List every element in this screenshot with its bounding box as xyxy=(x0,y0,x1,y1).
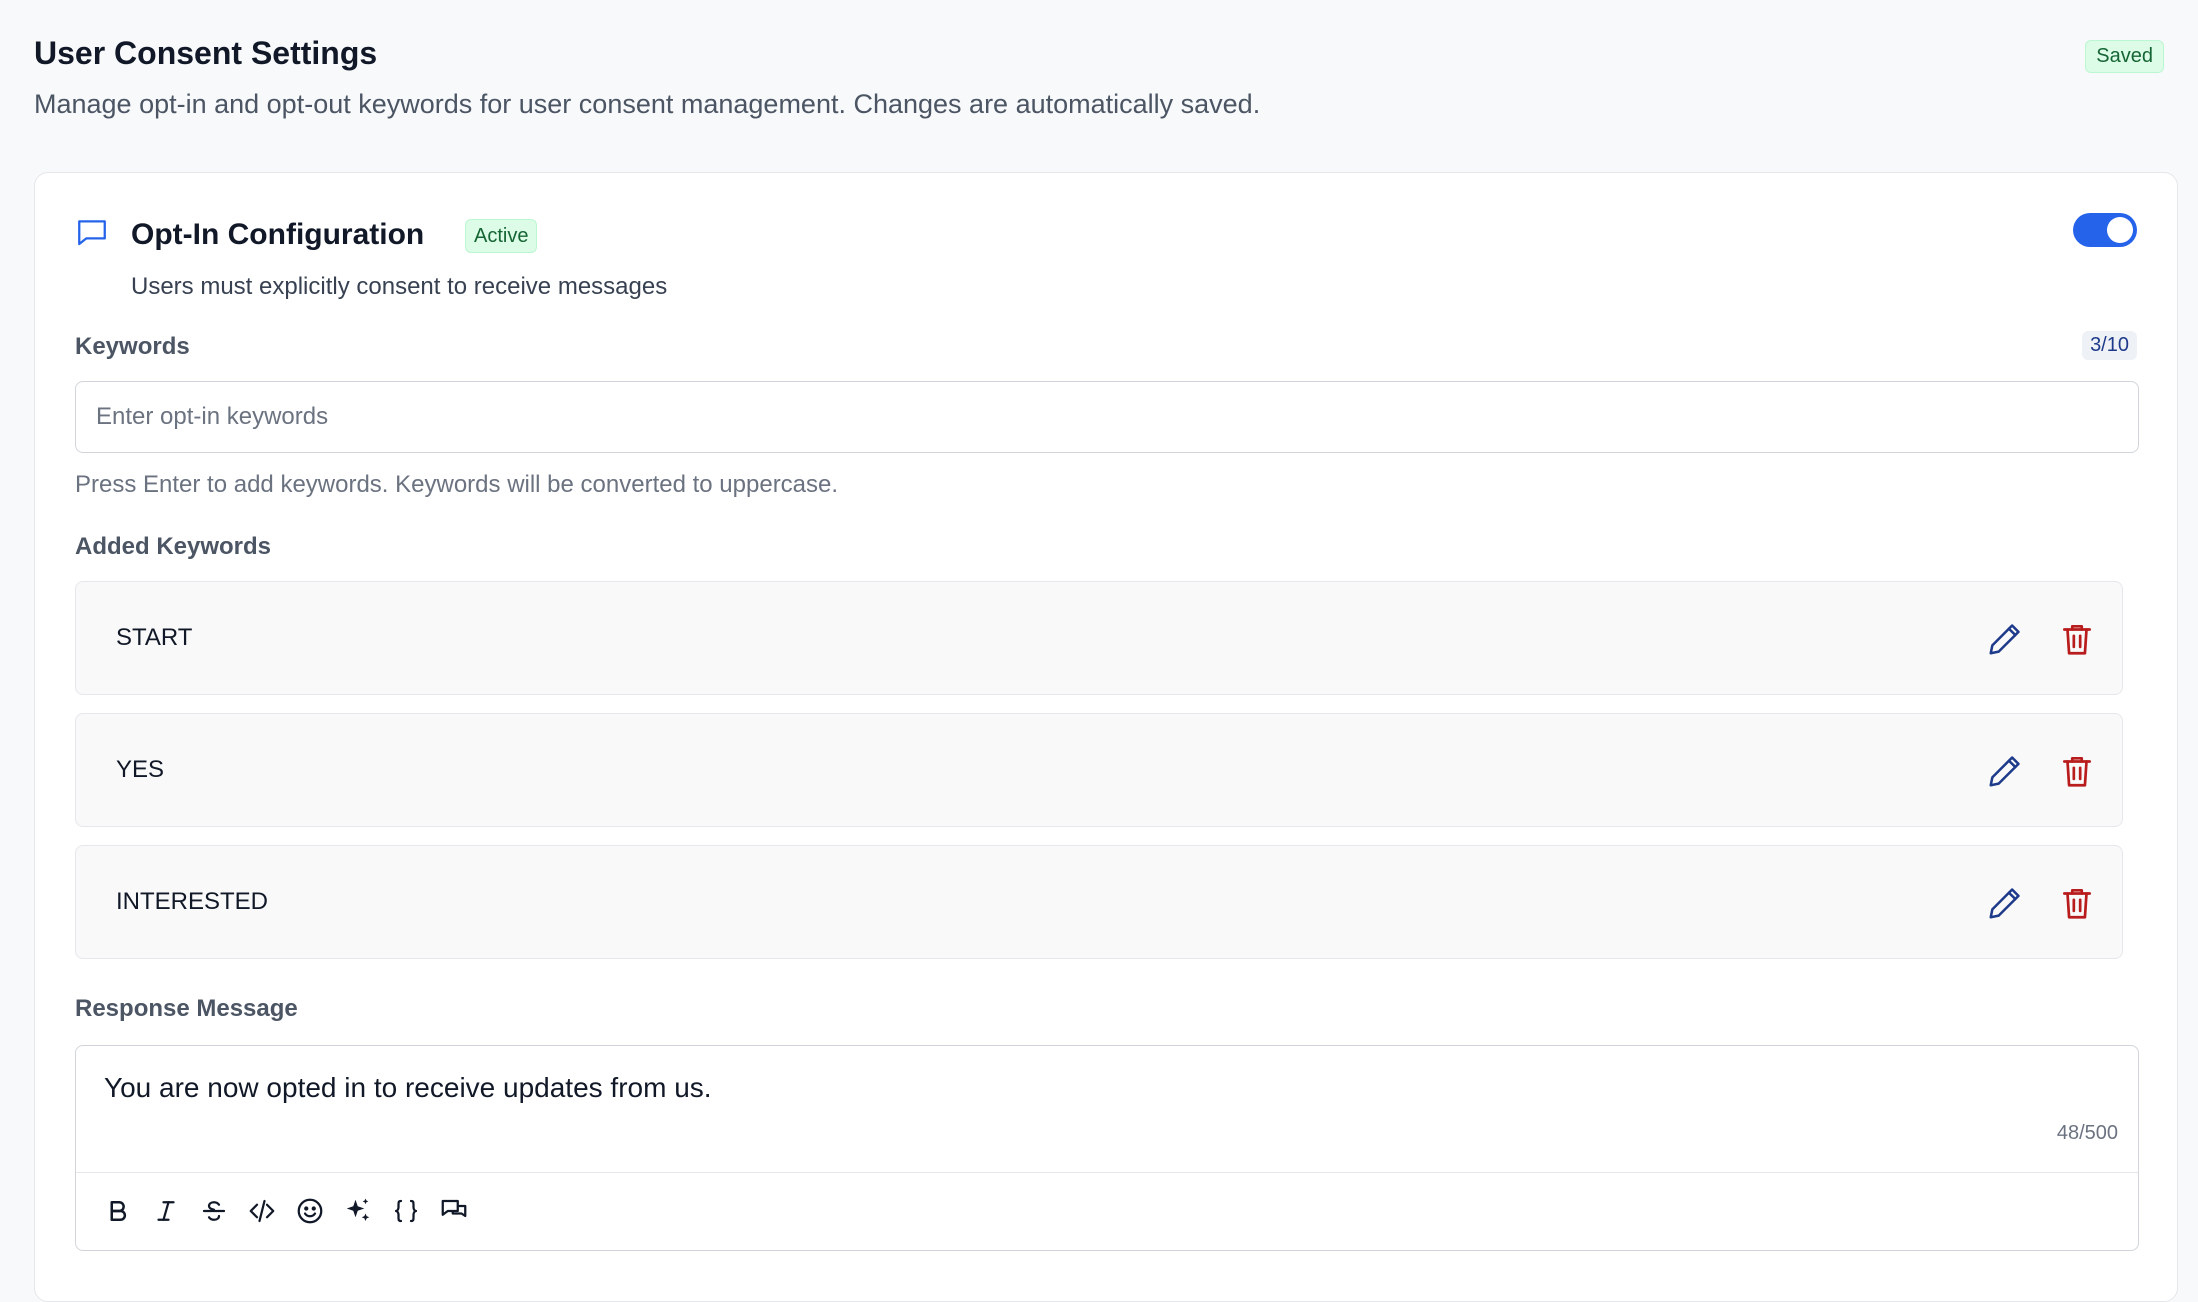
keywords-label: Keywords xyxy=(75,333,190,360)
braces-icon xyxy=(394,1199,418,1223)
strikethrough-icon xyxy=(202,1201,226,1221)
opt-in-keywords-input[interactable] xyxy=(75,381,2139,453)
trash-icon xyxy=(2062,756,2092,787)
character-count: 48/500 xyxy=(2056,1122,2118,1144)
chat-bubbles-icon xyxy=(441,1199,467,1218)
emoji-icon xyxy=(297,1198,323,1224)
chat-bubble-icon xyxy=(75,215,109,249)
code-button[interactable] xyxy=(244,1193,280,1229)
emoji-button[interactable] xyxy=(292,1193,328,1229)
opt-in-description: Users must explicitly consent to receive… xyxy=(131,273,668,300)
page-header: User Consent Settings Manage opt-in and … xyxy=(34,30,2164,122)
toggle-knob xyxy=(2107,217,2133,243)
bold-button[interactable] xyxy=(100,1193,136,1229)
added-keywords-label: Added Keywords xyxy=(75,533,272,560)
sparkles-icon xyxy=(346,1198,370,1221)
opt-in-toggle[interactable] xyxy=(2073,213,2137,247)
trash-icon xyxy=(2062,888,2092,919)
italic-icon xyxy=(157,1201,175,1221)
keyword-text: INTERESTED xyxy=(116,888,269,915)
keyword-item: START xyxy=(75,581,2123,695)
formatting-toolbar xyxy=(76,1172,2138,1251)
keyword-item: INTERESTED xyxy=(75,845,2123,959)
delete-keyword-button[interactable] xyxy=(2058,752,2096,790)
trash-icon xyxy=(2062,624,2092,655)
delete-keyword-button[interactable] xyxy=(2058,620,2096,658)
pencil-icon xyxy=(1989,624,2020,655)
response-message-text[interactable]: You are now opted in to receive updates … xyxy=(104,1068,712,1108)
delete-keyword-button[interactable] xyxy=(2058,884,2096,922)
ai-assist-button[interactable] xyxy=(340,1193,376,1229)
keyword-text: START xyxy=(116,624,193,651)
opt-in-card: Opt-In Configuration Active Users must e… xyxy=(34,172,2178,1302)
opt-in-header: Opt-In Configuration Active Users must e… xyxy=(75,213,2137,313)
edit-keyword-button[interactable] xyxy=(1986,752,2024,790)
edit-keyword-button[interactable] xyxy=(1986,884,2024,922)
keyword-item: YES xyxy=(75,713,2123,827)
saved-status-badge: Saved xyxy=(2085,40,2164,73)
keyword-count-badge: 3/10 xyxy=(2082,331,2137,360)
italic-button[interactable] xyxy=(148,1193,184,1229)
keyword-text: YES xyxy=(116,756,165,783)
page-title: User Consent Settings xyxy=(34,35,378,71)
response-message-editor: You are now opted in to receive updates … xyxy=(75,1045,2139,1251)
pencil-icon xyxy=(1989,756,2020,787)
quick-replies-button[interactable] xyxy=(436,1193,472,1229)
pencil-icon xyxy=(1989,888,2020,919)
edit-keyword-button[interactable] xyxy=(1986,620,2024,658)
active-status-badge: Active xyxy=(465,219,538,253)
code-icon xyxy=(249,1199,275,1223)
opt-in-title: Opt-In Configuration xyxy=(131,218,425,251)
variables-button[interactable] xyxy=(388,1193,424,1229)
page-subtitle: Manage opt-in and opt-out keywords for u… xyxy=(34,89,1261,119)
keywords-help-text: Press Enter to add keywords. Keywords wi… xyxy=(75,471,839,498)
response-message-label: Response Message xyxy=(75,995,298,1022)
strikethrough-button[interactable] xyxy=(196,1193,232,1229)
bold-icon xyxy=(110,1201,127,1221)
added-keywords-list: START YES INTERESTED xyxy=(75,581,2123,977)
